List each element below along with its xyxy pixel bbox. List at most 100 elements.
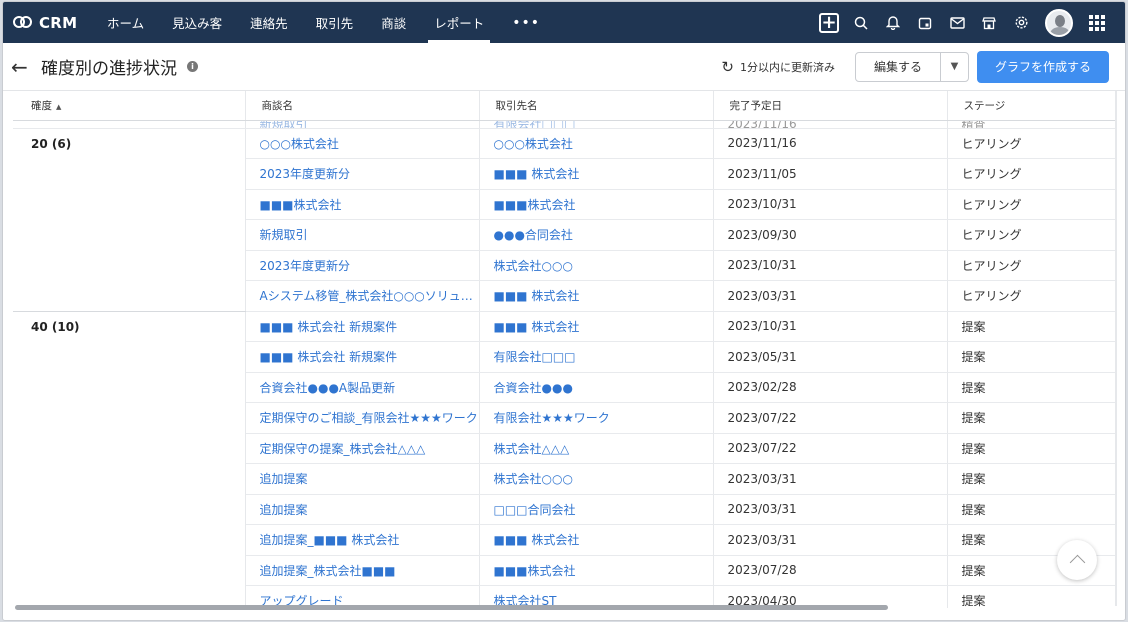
stage-cell: 提案	[947, 433, 1117, 464]
user-avatar[interactable]	[1045, 8, 1073, 37]
table-row-partial: 新規取引 有限会社□□□ 2023/11/16 精査	[13, 120, 1117, 129]
calendar-button[interactable]	[909, 2, 941, 43]
close-date-cell: 2023/03/31	[713, 463, 948, 495]
app-launcher-button[interactable]	[1081, 2, 1113, 43]
stage-cell: 提案	[947, 494, 1117, 525]
account-name-link[interactable]: ■■■ 株式会社	[479, 311, 714, 342]
column-header-stage[interactable]: ステージ	[947, 91, 1117, 121]
account-name-link[interactable]: 有限会社□□□	[479, 341, 714, 373]
account-name-link[interactable]: 株式会社○○○	[479, 250, 714, 281]
settings-button[interactable]	[1005, 2, 1037, 43]
column-header-account[interactable]: 取引先名	[479, 91, 714, 121]
table-row: 40 (10) ■■■ 株式会社 新規案件 ■■■ 株式会社 2023/10/31 提案	[13, 311, 1117, 608]
stage-cell: ヒアリング	[947, 219, 1117, 251]
nav-tab-home[interactable]: ホーム	[93, 2, 158, 43]
opportunity-name-link[interactable]: 新規取引	[245, 120, 480, 129]
account-name-link[interactable]: ■■■株式会社	[479, 189, 714, 220]
stage-cell: ヒアリング	[947, 189, 1117, 220]
close-date-cell: 2023/03/31	[713, 280, 948, 312]
group-label[interactable]: 20 (6)	[13, 128, 246, 312]
create-chart-button[interactable]: グラフを作成する	[976, 50, 1109, 83]
mail-button[interactable]	[941, 2, 973, 43]
stage-cell: 提案	[947, 341, 1117, 373]
close-date-cell: 2023/09/30	[713, 219, 948, 251]
table-body: 新規取引 有限会社□□□ 2023/11/16 精査 20 (6) ○○○株式会社…	[13, 120, 1117, 608]
close-date-cell: 2023/07/28	[713, 555, 948, 586]
account-name-link[interactable]: 有限会社★★★ワーク	[479, 402, 714, 434]
opportunity-name-link[interactable]: 追加提案_株式会社■■■	[245, 555, 480, 586]
opportunity-name-link[interactable]: 新規取引	[245, 219, 480, 251]
account-name-link[interactable]: 株式会社△△△	[479, 433, 714, 464]
stage-cell: ヒアリング	[947, 128, 1117, 159]
opportunity-name-link[interactable]: 追加提案	[245, 463, 480, 495]
account-name-link[interactable]: ■■■ 株式会社	[479, 280, 714, 312]
stage-cell: 提案	[947, 311, 1117, 342]
scroll-to-top-button[interactable]	[1057, 540, 1097, 580]
nav-tab-leads[interactable]: 見込み客	[158, 2, 236, 43]
account-name-link[interactable]: 合資会社●●●	[479, 372, 714, 403]
gear-icon	[1014, 16, 1028, 29]
close-date-cell: 2023/03/31	[713, 494, 948, 525]
opportunity-name-link[interactable]: 定期保守のご相談_有限会社★★★ワーク	[245, 402, 480, 434]
column-header-opportunity[interactable]: 商談名	[245, 91, 480, 121]
plus-icon: +	[819, 12, 839, 33]
opportunity-name-link[interactable]: 追加提案	[245, 494, 480, 525]
account-name-link[interactable]: 株式会社○○○	[479, 463, 714, 495]
account-name-link[interactable]: 有限会社□□□	[479, 120, 714, 129]
nav-tab-reports[interactable]: レポート	[420, 2, 498, 43]
account-name-link[interactable]: ■■■ 株式会社	[479, 158, 714, 190]
column-header-probability[interactable]: 確度 ▲	[13, 91, 246, 121]
opportunity-name-link[interactable]: 追加提案_■■■ 株式会社	[245, 524, 480, 556]
group-label[interactable]: 40 (10)	[13, 311, 246, 608]
account-name-link[interactable]: ○○○株式会社	[479, 128, 714, 159]
search-button[interactable]	[845, 2, 877, 43]
column-header-close-date[interactable]: 完了予定日	[713, 91, 948, 121]
notifications-button[interactable]	[877, 2, 909, 43]
back-arrow-icon[interactable]: ←	[11, 55, 35, 79]
opportunity-name-link[interactable]: 合資会社●●●A製品更新	[245, 372, 480, 403]
edit-button[interactable]: 編集する	[856, 53, 940, 81]
opportunity-name-link[interactable]: ■■■ 株式会社 新規案件	[245, 311, 480, 342]
close-date-cell: 2023/07/22	[713, 402, 948, 434]
sort-ascending-icon: ▲	[56, 102, 62, 111]
vertical-scroll-track[interactable]	[1115, 91, 1117, 606]
report-table-container: 確度 ▲ 商談名 取引先名 完了予定日 ステージ 新規取引 有限会社□□□ 202…	[13, 91, 1117, 608]
opportunity-name-link[interactable]: 定期保守の提案_株式会社△△△	[245, 433, 480, 464]
opportunity-name-link[interactable]: 2023年度更新分	[245, 158, 480, 190]
stage-cell: 精査	[947, 120, 1117, 129]
close-date-cell: 2023/10/31	[713, 250, 948, 281]
opportunity-name-link[interactable]: ○○○株式会社	[245, 128, 480, 159]
account-name-link[interactable]: ●●●合同会社	[479, 219, 714, 251]
opportunity-name-link[interactable]: ■■■株式会社	[245, 189, 480, 220]
account-name-link[interactable]: ■■■株式会社	[479, 555, 714, 586]
opportunity-name-link[interactable]: Aシステム移管_株式会社○○○ソリューションズ	[245, 280, 480, 312]
stage-cell: ヒアリング	[947, 158, 1117, 190]
store-button[interactable]	[973, 2, 1005, 43]
brand[interactable]: CRM	[3, 14, 93, 32]
report-table: 確度 ▲ 商談名 取引先名 完了予定日 ステージ 新規取引 有限会社□□□ 202…	[13, 91, 1117, 608]
info-icon[interactable]: i	[187, 61, 198, 72]
add-button[interactable]: +	[813, 2, 845, 43]
refresh-status: 1分以内に更新済み	[739, 60, 835, 74]
stage-cell: ヒアリング	[947, 250, 1117, 281]
header-actions: ↻ 1分以内に更新済み 編集する ▼ グラフを作成する	[721, 50, 1125, 83]
stage-cell: 提案	[947, 402, 1117, 434]
opportunity-name-link[interactable]: 2023年度更新分	[245, 250, 480, 281]
app-window: CRM ホーム 見込み客 連絡先 取引先 商談 レポート ••• + ← 確度別…	[2, 1, 1126, 621]
chevron-down-icon[interactable]: ▼	[939, 52, 968, 81]
horizontal-scrollbar[interactable]	[15, 605, 888, 610]
close-date-cell: 2023/05/31	[713, 341, 948, 373]
close-date-cell: 2023/10/31	[713, 189, 948, 220]
nav-tab-contacts[interactable]: 連絡先	[236, 2, 302, 43]
nav-tab-accounts[interactable]: 取引先	[302, 2, 368, 43]
edit-button-group: 編集する ▼	[854, 51, 969, 82]
brand-logo-icon	[13, 15, 33, 30]
close-date-cell: 2023/11/16	[713, 120, 948, 129]
account-name-link[interactable]: ■■■ 株式会社	[479, 524, 714, 556]
refresh-icon[interactable]: ↻	[721, 58, 734, 76]
brand-name: CRM	[39, 13, 78, 32]
nav-more-button[interactable]: •••	[498, 2, 554, 43]
nav-tab-opportunities[interactable]: 商談	[367, 2, 420, 43]
account-name-link[interactable]: □□□合同会社	[479, 494, 714, 525]
opportunity-name-link[interactable]: ■■■ 株式会社 新規案件	[245, 341, 480, 373]
